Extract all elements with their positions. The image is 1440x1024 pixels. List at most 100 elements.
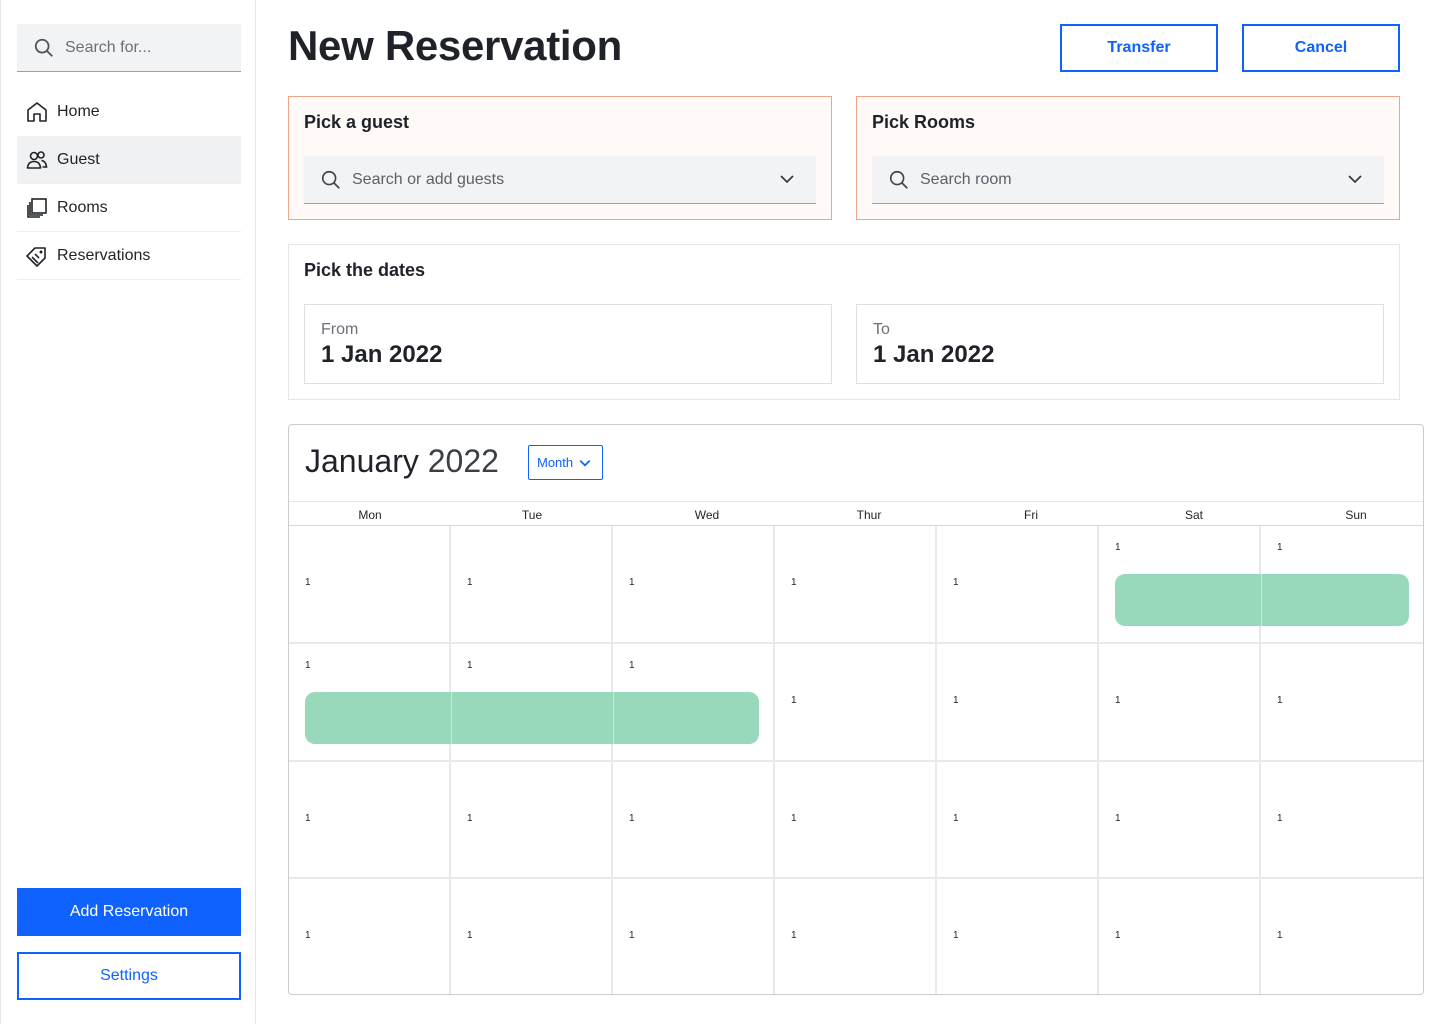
calendar-day-number: 1 [1277, 542, 1283, 553]
pick-rooms-panel: Pick Rooms Search room [856, 96, 1400, 220]
calendar-day-cell[interactable]: 1 [937, 526, 1099, 644]
calendar-year: 2022 [427, 443, 499, 479]
calendar-day-number: 1 [629, 813, 635, 824]
calendar-day-cell[interactable]: 1 [613, 762, 775, 879]
calendar-day-number: 1 [791, 695, 797, 706]
transfer-button[interactable]: Transfer [1060, 24, 1218, 72]
calendar-day-cell[interactable]: 1 [289, 762, 451, 879]
calendar-day-cell[interactable]: 1 [1099, 879, 1261, 994]
calendar-day-cell[interactable]: 1 [451, 526, 613, 644]
calendar-day-number: 1 [629, 577, 635, 588]
pick-rooms-title: Pick Rooms [872, 112, 976, 132]
guest-search-dropdown[interactable]: Search or add guests [304, 156, 816, 204]
sidebar-item-home[interactable]: Home [17, 88, 241, 136]
calendar-day-number: 1 [791, 813, 797, 824]
to-date-field[interactable]: To 1 Jan 2022 [856, 304, 1384, 384]
sidebar-search-placeholder: Search for... [65, 38, 152, 56]
sidebar-item-label: Reservations [57, 246, 151, 264]
calendar-day-cell[interactable]: 1 [1261, 762, 1423, 879]
reservation-event-bar[interactable] [1115, 574, 1409, 626]
calendar-day-cell[interactable]: 1 [451, 762, 613, 879]
calendar-day-number: 1 [467, 577, 473, 588]
calendar-day-number: 1 [1115, 930, 1121, 941]
sidebar-item-label: Home [57, 103, 100, 120]
calendar-day-number: 1 [1277, 930, 1283, 941]
calendar-day-cell[interactable]: 1 [289, 879, 451, 994]
chevron-down-icon [780, 175, 794, 184]
calendar-view-label: Month [537, 455, 574, 470]
pick-guest-panel: Pick a guest Search or add guests [288, 96, 832, 220]
calendar-day-cell[interactable]: 1 [289, 526, 451, 644]
weekday-label: Thur [856, 508, 882, 522]
calendar-day-cell[interactable]: 1 [1261, 644, 1423, 762]
calendar-day-cell[interactable]: 1 [451, 879, 613, 994]
cancel-button[interactable]: Cancel [1242, 24, 1400, 72]
calendar-day-number: 1 [629, 930, 635, 941]
calendar-day-number: 1 [1277, 813, 1283, 824]
sidebar-item-rooms[interactable]: Rooms [17, 184, 241, 232]
calendar-day-cell[interactable]: 1 [1261, 879, 1423, 994]
weekday-label: Fri [1024, 508, 1038, 522]
calendar-day-number: 1 [1277, 695, 1283, 706]
settings-button[interactable]: Settings [17, 952, 241, 1000]
calendar-month: January [305, 443, 419, 479]
calendar-day-number: 1 [791, 930, 797, 941]
chevron-down-icon [579, 459, 591, 467]
sidebar-item-reservations[interactable]: Reservations [17, 232, 241, 280]
calendar-day-cell[interactable]: 1 [775, 762, 937, 879]
calendar-day-cell[interactable]: 1 [1099, 762, 1261, 879]
calendar-day-number: 1 [305, 577, 311, 588]
event-day-divider [613, 692, 614, 744]
calendar-day-cell[interactable]: 1 [613, 879, 775, 994]
calendar-day-cell[interactable]: 1 [775, 879, 937, 994]
add-reservation-button[interactable]: Add Reservation [17, 888, 241, 936]
from-date-value: 1 Jan 2022 [321, 341, 443, 368]
calendar-day-cell[interactable]: 1 [937, 644, 1099, 762]
sidebar-search-input[interactable]: Search for... [17, 24, 241, 72]
weekday-label: Wed [694, 508, 720, 522]
sidebar-nav: Home Guest Rooms Reservations [17, 88, 241, 280]
pick-guest-title: Pick a guest [304, 112, 410, 132]
calendar-day-number: 1 [305, 660, 311, 671]
event-day-divider [1261, 574, 1262, 626]
calendar-grid: 1 1 1 1 1 1 1 1 1 1 1 1 1 1 1 1 1 1 1 1 1 1 1 1 1 1 1 1 [289, 526, 1423, 994]
chevron-down-icon [1348, 175, 1362, 184]
guest-search-placeholder: Search or add guests [352, 170, 505, 188]
calendar-day-number: 1 [953, 813, 959, 824]
calendar-day-number: 1 [953, 577, 959, 588]
search-icon [889, 170, 908, 189]
calendar-day-cell[interactable]: 1 [937, 762, 1099, 879]
weekday-label: Sun [1345, 508, 1367, 522]
sidebar-item-guest[interactable]: Guest [17, 136, 241, 184]
users-icon [26, 150, 48, 169]
calendar-day-number: 1 [305, 930, 311, 941]
calendar-day-cell[interactable]: 1 [937, 879, 1099, 994]
event-day-divider [451, 692, 452, 744]
calendar-day-cell[interactable]: 1 [1099, 644, 1261, 762]
weekday-label: Mon [358, 508, 382, 522]
calendar-day-number: 1 [791, 577, 797, 588]
calendar-day-cell[interactable]: 1 [775, 526, 937, 644]
from-date-label: From [321, 321, 359, 338]
calendar-view-dropdown[interactable]: Month [528, 445, 603, 480]
tag-icon [26, 246, 46, 267]
pick-dates-title: Pick the dates [304, 260, 426, 280]
page-title: New Reservation [288, 22, 622, 69]
reservation-event-bar[interactable] [305, 692, 759, 744]
weekday-label: Sat [1184, 508, 1204, 522]
rooms-icon [27, 197, 47, 218]
home-icon [27, 102, 47, 122]
room-search-placeholder: Search room [920, 170, 1012, 188]
calendar-day-cell[interactable]: 1 [775, 644, 937, 762]
room-search-dropdown[interactable]: Search room [872, 156, 1384, 204]
sidebar-item-label: Guest [57, 150, 100, 168]
search-icon [34, 38, 53, 57]
pick-dates-panel: Pick the dates From 1 Jan 2022 To 1 Jan … [288, 244, 1400, 400]
calendar-day-number: 1 [467, 813, 473, 824]
calendar-day-number: 1 [467, 660, 473, 671]
calendar-day-number: 1 [953, 695, 959, 706]
calendar-day-number: 1 [1115, 542, 1121, 553]
from-date-field[interactable]: From 1 Jan 2022 [304, 304, 832, 384]
calendar-day-number: 1 [953, 930, 959, 941]
calendar-day-cell[interactable]: 1 [613, 526, 775, 644]
